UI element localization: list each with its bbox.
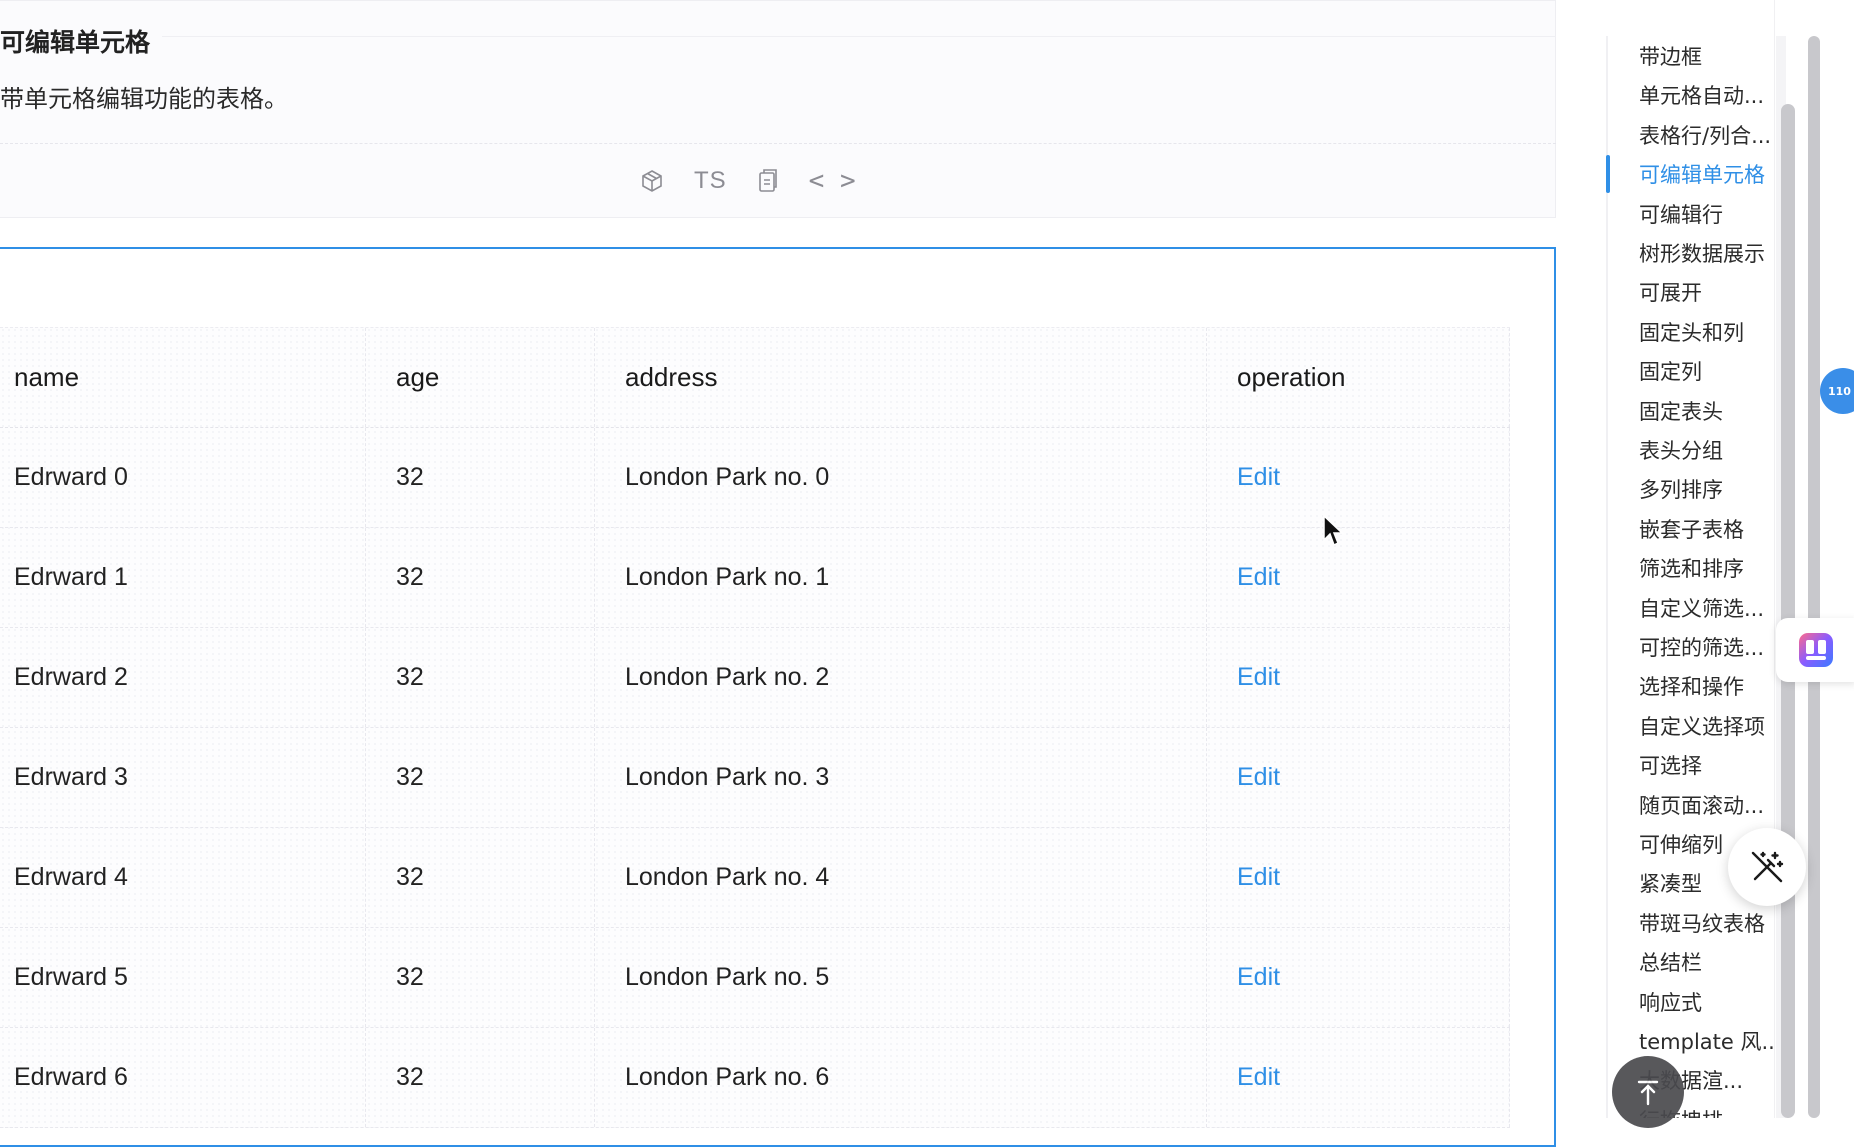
- example-frame: name age address operation Edrward 0 32 …: [0, 247, 1556, 1147]
- magic-wand-off-icon: [1751, 851, 1784, 883]
- cell-name[interactable]: Edrward 6: [0, 1028, 365, 1127]
- column-header-operation: operation: [1206, 328, 1510, 427]
- back-to-top-button[interactable]: [1612, 1056, 1684, 1128]
- cell-address[interactable]: London Park no. 6: [594, 1028, 1206, 1127]
- anchor-link[interactable]: 固定表头: [1639, 397, 1723, 427]
- typescript-toggle[interactable]: TS: [694, 167, 727, 195]
- anchor-link[interactable]: 表格行/列合...: [1639, 121, 1771, 151]
- anchor-link[interactable]: 自定义筛选...: [1639, 594, 1764, 624]
- cell-name[interactable]: Edrward 2: [0, 628, 365, 727]
- anchor-link[interactable]: template 风...: [1639, 1027, 1776, 1057]
- table-row: Edrward 0 32 London Park no. 0 Edit: [0, 428, 1510, 528]
- cell-address[interactable]: London Park no. 2: [594, 628, 1206, 727]
- edit-link[interactable]: Edit: [1237, 763, 1280, 792]
- edit-link[interactable]: Edit: [1237, 463, 1280, 492]
- anchor-link[interactable]: 响应式: [1639, 988, 1702, 1018]
- anchor-nav: 带边框单元格自动... 表格行/列合... 可编辑单元格 可编辑行树形数据展示 可展开固…: [1606, 36, 1776, 1118]
- cell-address[interactable]: London Park no. 0: [594, 428, 1206, 527]
- plugin-app-icon: [1799, 633, 1833, 667]
- cell-age[interactable]: 32: [365, 728, 594, 827]
- table-row: Edrward 3 32 London Park no. 3 Edit: [0, 728, 1510, 828]
- codesandbox-icon[interactable]: [640, 169, 664, 193]
- anchor-link[interactable]: 选择和操作: [1639, 672, 1744, 702]
- anchor-link[interactable]: 多列排序: [1639, 475, 1723, 505]
- anchor-link[interactable]: 可编辑单元格: [1639, 160, 1765, 190]
- cell-address[interactable]: London Park no. 1: [594, 528, 1206, 627]
- edit-link[interactable]: Edit: [1237, 563, 1280, 592]
- cell-address[interactable]: London Park no. 3: [594, 728, 1206, 827]
- anchor-link[interactable]: 自定义选择项: [1639, 712, 1765, 742]
- demo-description: 带单元格编辑功能的表格。: [0, 85, 288, 113]
- cell-age[interactable]: 32: [365, 1028, 594, 1127]
- page-scrollbar-thumb[interactable]: [1808, 36, 1820, 1118]
- table-row: Edrward 5 32 London Park no. 5 Edit: [0, 928, 1510, 1028]
- anchor-link[interactable]: 表头分组: [1639, 436, 1723, 466]
- table-header-row: name age address operation: [0, 327, 1510, 428]
- mouse-cursor-icon: [1323, 514, 1344, 547]
- anchor-link[interactable]: 单元格自动...: [1639, 81, 1764, 111]
- table-row: Edrward 1 32 London Park no. 1 Edit: [0, 528, 1510, 628]
- column-header-age: age: [365, 328, 594, 427]
- edit-link[interactable]: Edit: [1237, 663, 1280, 692]
- editable-table: name age address operation Edrward 0 32 …: [0, 327, 1510, 1128]
- memory-badge[interactable]: 110 M: [1820, 368, 1854, 414]
- copy-icon[interactable]: [757, 168, 779, 194]
- cell-age[interactable]: 32: [365, 828, 594, 927]
- edit-link[interactable]: Edit: [1237, 963, 1280, 992]
- cell-age[interactable]: 32: [365, 428, 594, 527]
- demo-header-card: 可编辑单元格 带单元格编辑功能的表格。 TS < >: [0, 0, 1556, 218]
- anchor-link[interactable]: 随页面滚动...: [1639, 791, 1764, 821]
- edit-link[interactable]: Edit: [1237, 1063, 1280, 1092]
- magic-wand-button[interactable]: [1728, 828, 1806, 906]
- cell-address[interactable]: London Park no. 4: [594, 828, 1206, 927]
- anchor-link[interactable]: 固定列: [1639, 357, 1702, 387]
- anchor-active-indicator: [1606, 155, 1610, 193]
- cell-name[interactable]: Edrward 0: [0, 428, 365, 527]
- cell-age[interactable]: 32: [365, 928, 594, 1027]
- actions-divider: [0, 143, 1556, 145]
- nav-scrollbar-thumb[interactable]: [1781, 104, 1795, 1118]
- anchor-link[interactable]: 紧凑型: [1639, 869, 1702, 899]
- table-row: Edrward 6 32 London Park no. 6 Edit: [0, 1028, 1510, 1128]
- title-divider: [0, 36, 1556, 37]
- column-header-name: name: [14, 362, 80, 392]
- column-header-address: address: [594, 328, 1206, 427]
- demo-actions-toolbar: TS < >: [640, 163, 856, 199]
- anchor-link[interactable]: 可伸缩列: [1639, 830, 1723, 860]
- cell-age[interactable]: 32: [365, 628, 594, 727]
- edit-link[interactable]: Edit: [1237, 863, 1280, 892]
- plugin-launcher[interactable]: [1776, 618, 1854, 682]
- anchor-link[interactable]: 固定头和列: [1639, 318, 1744, 348]
- cell-age[interactable]: 32: [365, 528, 594, 627]
- anchor-link[interactable]: 树形数据展示: [1639, 239, 1765, 269]
- table-row: Edrward 2 32 London Park no. 2 Edit: [0, 628, 1510, 728]
- cell-name[interactable]: Edrward 1: [0, 528, 365, 627]
- anchor-link[interactable]: 总结栏: [1639, 948, 1702, 978]
- cell-name[interactable]: Edrward 3: [0, 728, 365, 827]
- table-row: Edrward 4 32 London Park no. 4 Edit: [0, 828, 1510, 928]
- anchor-link[interactable]: 带斑马纹表格: [1639, 909, 1765, 939]
- cell-name[interactable]: Edrward 4: [0, 828, 365, 927]
- anchor-link[interactable]: 可控的筛选...: [1639, 633, 1764, 663]
- cell-name[interactable]: Edrward 5: [0, 928, 365, 1027]
- anchor-link[interactable]: 可编辑行: [1639, 200, 1723, 230]
- demo-title: 可编辑单元格: [0, 23, 163, 59]
- cell-address[interactable]: London Park no. 5: [594, 928, 1206, 1027]
- anchor-link[interactable]: 可展开: [1639, 278, 1702, 308]
- arrow-up-icon: [1637, 1080, 1659, 1106]
- anchor-rail: [1606, 36, 1608, 1118]
- anchor-link[interactable]: 带边框: [1639, 42, 1702, 72]
- anchor-link[interactable]: 嵌套子表格: [1639, 515, 1744, 545]
- anchor-link[interactable]: 可选择: [1639, 751, 1702, 781]
- code-expand-icon[interactable]: < >: [809, 166, 856, 196]
- anchor-link[interactable]: 筛选和排序: [1639, 554, 1744, 584]
